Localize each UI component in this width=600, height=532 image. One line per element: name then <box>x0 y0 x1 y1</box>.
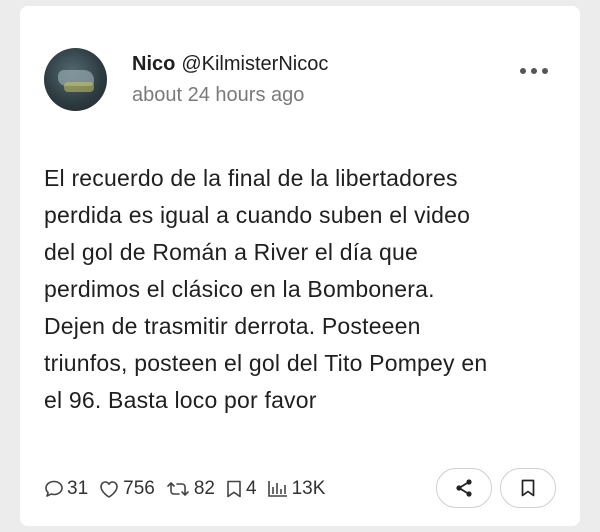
views-button[interactable]: 13K <box>267 478 326 500</box>
post-card: Nico @KilmisterNicoc about 24 hours ago E… <box>20 6 580 526</box>
post-text-line: del gol de Román a River el día que <box>44 239 418 265</box>
reply-count: 31 <box>67 478 89 499</box>
post-text-line: Dejen de trasmitir derrota. Posteeen <box>44 313 421 339</box>
bookmark-count-button[interactable]: 4 <box>225 478 257 500</box>
repost-icon <box>167 482 189 496</box>
author-handle[interactable]: @KilmisterNicoc <box>181 53 328 75</box>
bookmark-icon <box>227 480 241 498</box>
repost-button[interactable]: 82 <box>165 478 215 500</box>
author-line: Nico @KilmisterNicoc <box>132 53 328 76</box>
reply-button[interactable]: 31 <box>44 478 88 500</box>
comment-icon <box>45 480 63 497</box>
like-button[interactable]: 756 <box>98 478 155 500</box>
share-button[interactable] <box>436 468 492 508</box>
post-text-line: perdimos el clásico en la Bombonera. <box>44 276 435 302</box>
more-horizontal-icon <box>542 68 548 74</box>
more-horizontal-icon <box>531 68 537 74</box>
views-chart-icon <box>267 481 287 497</box>
more-options-button[interactable] <box>520 62 548 80</box>
post-text-line: triunfos, posteen el gol del Tito Pompey… <box>44 350 488 376</box>
post-timestamp[interactable]: about 24 hours ago <box>132 84 304 107</box>
avatar-image-shape <box>64 82 94 92</box>
heart-icon <box>100 481 118 498</box>
post-stats: 31 756 82 4 13K <box>44 476 335 502</box>
more-horizontal-icon <box>520 68 526 74</box>
author-display-name[interactable]: Nico <box>132 53 175 75</box>
post-body: El recuerdo de la final de la libertador… <box>44 160 564 419</box>
like-count: 756 <box>123 478 155 499</box>
share-icon <box>456 479 472 497</box>
post-text-line: El recuerdo de la final de la libertador… <box>44 165 458 191</box>
bookmark-button[interactable] <box>500 468 556 508</box>
view-count: 13K <box>291 478 326 499</box>
avatar[interactable] <box>44 48 107 111</box>
post-text-line: el 96. Basta loco por favor <box>44 387 317 413</box>
bookmark-icon <box>521 479 535 497</box>
bookmark-count: 4 <box>245 478 257 499</box>
post-text-line: perdida es igual a cuando suben el video <box>44 202 471 228</box>
repost-count: 82 <box>193 478 215 499</box>
